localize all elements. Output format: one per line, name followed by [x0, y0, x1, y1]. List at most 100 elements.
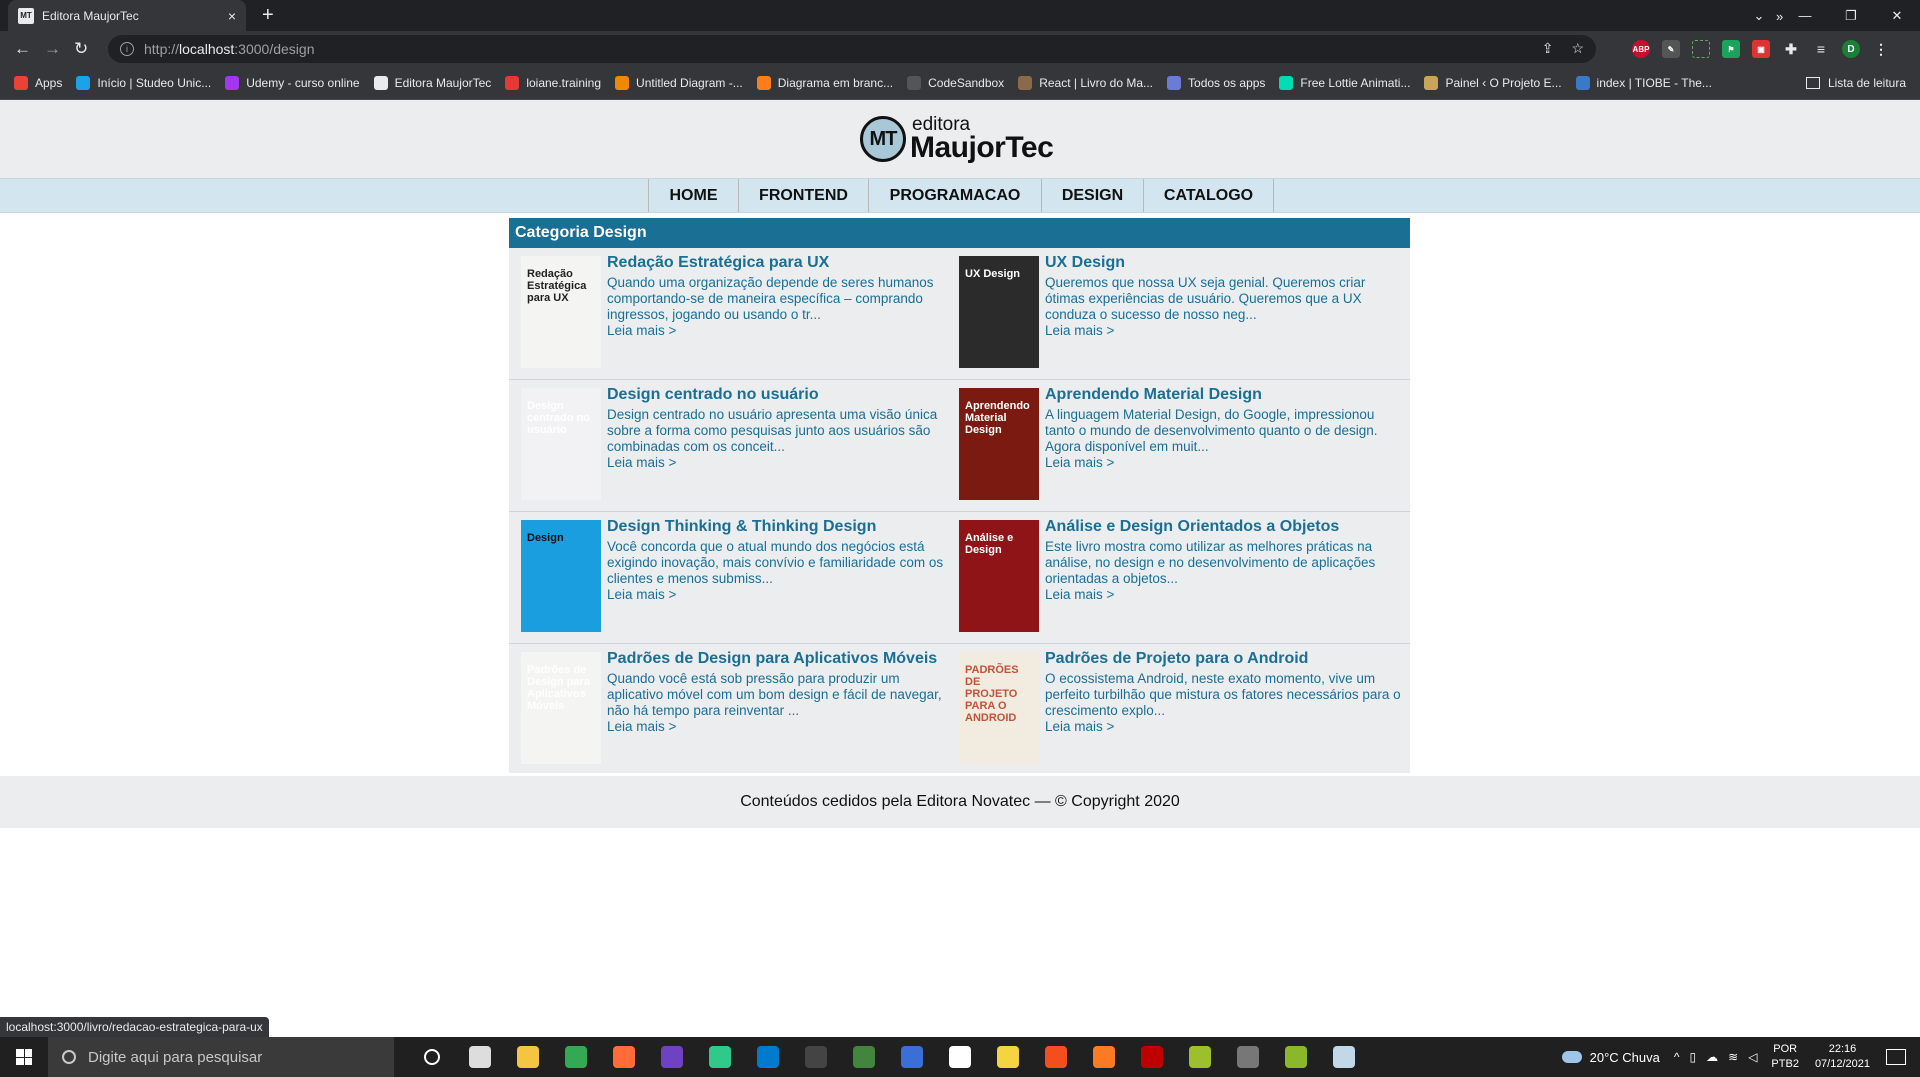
read-more-link[interactable]: Leia mais > [1045, 455, 1402, 471]
taskbar-app-button[interactable] [552, 1037, 600, 1077]
read-more-link[interactable]: Leia mais > [1045, 323, 1402, 339]
taskbar-app-button[interactable] [504, 1037, 552, 1077]
extension-red-icon[interactable]: ▣ [1752, 40, 1770, 58]
taskbar-clock[interactable]: 22:16 07/12/2021 [1815, 1042, 1870, 1072]
browser-tab[interactable]: MT Editora MaujorTec × [8, 0, 246, 31]
menu-item-design[interactable]: DESIGN [1042, 179, 1144, 212]
read-more-link[interactable]: Leia mais > [607, 323, 951, 339]
menu-item-programacao[interactable]: PROGRAMACAO [869, 179, 1042, 212]
book-title-link[interactable]: Design centrado no usuário [607, 386, 951, 404]
taskbar-app-button[interactable] [1224, 1037, 1272, 1077]
wifi-icon[interactable]: ≋ [1728, 1050, 1738, 1064]
taskbar-app-button[interactable] [648, 1037, 696, 1077]
reload-button[interactable]: ↻ [74, 39, 88, 59]
close-tab-icon[interactable]: × [228, 8, 236, 24]
taskbar-app-button[interactable] [984, 1037, 1032, 1077]
reading-list-label: Lista de leitura [1827, 76, 1906, 90]
site-logo[interactable]: MT editora MaujorTec [860, 114, 1062, 166]
book-cover[interactable]: UX Design [959, 256, 1039, 368]
bookmark-item[interactable]: Início | Studeo Unic... [76, 76, 211, 90]
language-indicator[interactable]: POR PTB2 [1771, 1042, 1799, 1072]
bookmark-item[interactable]: Painel ‹ O Projeto E... [1424, 76, 1562, 90]
taskbar-app-button[interactable] [456, 1037, 504, 1077]
taskbar-app-button[interactable] [936, 1037, 984, 1077]
extension-green-icon[interactable]: ⚑ [1722, 40, 1740, 58]
book-title-link[interactable]: Redação Estratégica para UX [607, 254, 951, 272]
book-cover[interactable]: Design centrado no usuário [521, 388, 601, 500]
taskbar-app-button[interactable] [792, 1037, 840, 1077]
taskbar-app-button[interactable] [1128, 1037, 1176, 1077]
share-icon[interactable]: ⇪ [1542, 40, 1554, 57]
media-control-icon[interactable]: ≡ [1812, 40, 1830, 58]
reading-list-icon [1805, 77, 1820, 89]
book-cover[interactable]: Aprendendo Material Design [959, 388, 1039, 500]
extension-pen-icon[interactable]: ✎ [1662, 40, 1680, 58]
taskbar-app-button[interactable] [1272, 1037, 1320, 1077]
taskbar-app-button[interactable] [1320, 1037, 1368, 1077]
book-cover[interactable]: Análise e Design [959, 520, 1039, 632]
extensions-puzzle-icon[interactable]: ✚ [1782, 40, 1800, 58]
forward-button[interactable]: → [44, 39, 61, 59]
bookmark-item[interactable]: Todos os apps [1167, 76, 1265, 90]
taskbar-app-button[interactable] [696, 1037, 744, 1077]
minimize-button[interactable]: — [1782, 8, 1828, 23]
adblock-plus-icon[interactable]: ABP [1632, 40, 1650, 58]
book-title-link[interactable]: UX Design [1045, 254, 1402, 272]
book-cover[interactable]: PADRÕES DE PROJETO PARA O ANDROID [959, 652, 1039, 764]
bookmark-item[interactable]: CodeSandbox [907, 76, 1004, 90]
book-title-link[interactable]: Design Thinking & Thinking Design [607, 518, 951, 536]
bookmark-item[interactable]: Apps [14, 76, 62, 90]
menu-item-frontend[interactable]: FRONTEND [739, 179, 869, 212]
new-tab-button[interactable]: + [262, 4, 274, 27]
taskbar-search[interactable]: Digite aqui para pesquisar [48, 1037, 394, 1077]
bookmark-item[interactable]: Editora MaujorTec [373, 76, 491, 90]
restore-button[interactable]: ❐ [1828, 8, 1874, 24]
bookmark-item[interactable]: loiane.training [505, 76, 601, 90]
taskbar-app-button[interactable] [1032, 1037, 1080, 1077]
battery-icon[interactable]: ▯ [1690, 1050, 1697, 1064]
read-more-link[interactable]: Leia mais > [1045, 719, 1402, 735]
read-more-link[interactable]: Leia mais > [607, 455, 951, 471]
start-button[interactable] [0, 1037, 48, 1077]
chevron-up-icon[interactable]: ^ [1674, 1050, 1680, 1064]
onedrive-icon[interactable]: ☁ [1706, 1050, 1718, 1064]
bookmark-item[interactable]: Free Lottie Animati... [1279, 76, 1410, 90]
book-title-link[interactable]: Aprendendo Material Design [1045, 386, 1402, 404]
bookmark-item[interactable]: React | Livro do Ma... [1018, 76, 1153, 90]
taskbar-app-button[interactable] [1176, 1037, 1224, 1077]
book-cover[interactable]: Padrões de Design para Aplicativos Móvei… [521, 652, 601, 764]
menu-item-catalogo[interactable]: CATALOGO [1144, 179, 1274, 212]
address-bar[interactable]: i http://localhost:3000/design ⇪ ☆ [108, 35, 1596, 63]
extension-capture-icon[interactable] [1692, 40, 1710, 58]
read-more-link[interactable]: Leia mais > [607, 587, 951, 603]
read-more-link[interactable]: Leia mais > [607, 719, 951, 735]
profile-avatar[interactable]: D [1842, 40, 1860, 58]
weather-widget[interactable]: 20°C Chuva [1561, 1050, 1660, 1065]
bookmark-item[interactable]: index | TIOBE - The... [1575, 76, 1712, 90]
menu-kebab-icon[interactable]: ⋮ [1872, 40, 1890, 58]
read-more-link[interactable]: Leia mais > [1045, 587, 1402, 603]
volume-icon[interactable]: ◁ [1748, 1050, 1757, 1064]
taskbar-app-button[interactable] [408, 1037, 456, 1077]
taskbar-app-button[interactable] [1080, 1037, 1128, 1077]
notification-icon[interactable] [1886, 1049, 1906, 1065]
bookmark-item[interactable]: Diagrama em branc... [756, 76, 893, 90]
book-title-link[interactable]: Padrões de Projeto para o Android [1045, 650, 1402, 668]
menu-item-home[interactable]: HOME [649, 179, 739, 212]
close-window-button[interactable]: ✕ [1874, 8, 1920, 24]
bookmark-star-icon[interactable]: ☆ [1571, 40, 1584, 57]
taskbar-app-button[interactable] [888, 1037, 936, 1077]
taskbar-app-button[interactable] [840, 1037, 888, 1077]
back-button[interactable]: ← [14, 39, 31, 59]
book-cover[interactable]: Design [521, 520, 601, 632]
taskbar-app-button[interactable] [744, 1037, 792, 1077]
book-title-link[interactable]: Padrões de Design para Aplicativos Móvei… [607, 650, 951, 668]
taskbar-app-button[interactable] [600, 1037, 648, 1077]
book-cover[interactable]: Redação Estratégica para UX [521, 256, 601, 368]
bookmarks-overflow-button[interactable]: » [1776, 9, 1783, 24]
bookmark-item[interactable]: Untitled Diagram -... [615, 76, 743, 90]
bookmark-item[interactable]: Udemy - curso online [225, 76, 360, 90]
site-info-icon[interactable]: i [120, 42, 134, 56]
book-title-link[interactable]: Análise e Design Orientados a Objetos [1045, 518, 1402, 536]
reading-list-button[interactable]: Lista de leitura [1805, 67, 1906, 99]
